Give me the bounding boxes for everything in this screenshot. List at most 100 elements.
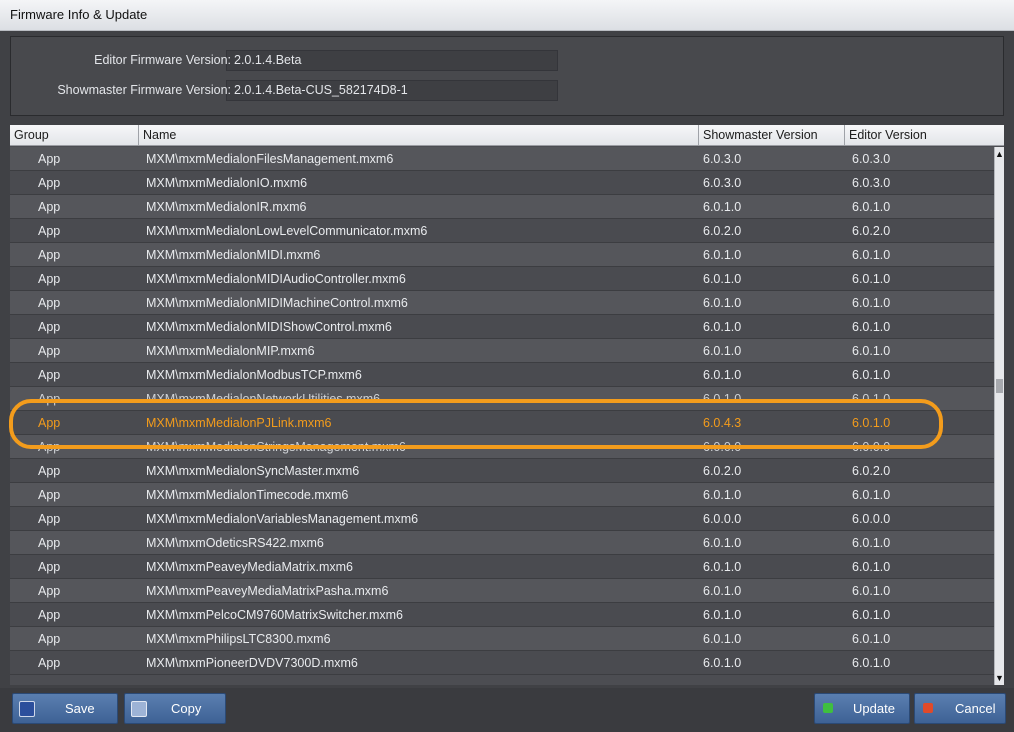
table-row[interactable]: App MXM\mxmMedialonModbusTCP.mxm6 6.0.1.0 6… — [10, 363, 994, 387]
cell-showmaster-version: 6.0.1.0 — [703, 656, 742, 670]
cell-name: MXM\mxmMedialonMIDI.mxm6 — [146, 248, 321, 262]
table-row[interactable]: App MXM\mxmMedialonMIDIMachineControl.mxm… — [10, 291, 994, 315]
cell-editor-version: 6.0.2.0 — [852, 224, 891, 238]
cell-showmaster-version: 6.0.1.0 — [703, 320, 742, 334]
cell-group: App — [38, 368, 61, 382]
cell-name: MXM\mxmMedialonMIDIShowControl.mxm6 — [146, 320, 392, 334]
table-row[interactable]: App MXM\mxmMedialonStringsManagement.mxm6… — [10, 435, 994, 459]
cell-editor-version: 6.0.1.0 — [852, 488, 891, 502]
cell-name: MXM\mxmMedialonModbusTCP.mxm6 — [146, 368, 362, 382]
cell-editor-version: 6.0.1.0 — [852, 200, 891, 214]
cell-group: App — [38, 344, 61, 358]
cell-group: App — [38, 536, 61, 550]
cell-name: MXM\mxmMedialonMIDIAudioController.mxm6 — [146, 272, 406, 286]
cell-name: MXM\mxmPhilipsLTC8300.mxm6 — [146, 632, 331, 646]
table-row[interactable]: App MXM\mxmMedialonSyncMaster.mxm6 6.0.2.0… — [10, 459, 994, 483]
cell-showmaster-version: 6.0.2.0 — [703, 224, 742, 238]
table-row[interactable]: App MXM\mxmPeaveyMediaMatrixPasha.mxm6 6.0… — [10, 579, 994, 603]
table-row[interactable]: App MXM\mxmMedialonIR.mxm6 6.0.1.0 6.0.1.0 — [10, 195, 994, 219]
cell-name: MXM\mxmMedialonVariablesManagement.mxm6 — [146, 512, 419, 526]
cell-showmaster-version: 6.0.1.0 — [703, 560, 742, 574]
cell-showmaster-version: 6.0.1.0 — [703, 584, 742, 598]
red-dot-icon — [923, 703, 933, 713]
column-header-group[interactable]: Group — [10, 125, 138, 145]
scroll-up-icon[interactable]: ▲ — [995, 147, 1004, 161]
scroll-down-icon[interactable]: ▼ — [995, 671, 1004, 685]
cell-editor-version: 6.0.1.0 — [852, 416, 891, 430]
save-button[interactable]: Save — [12, 693, 118, 724]
cell-group: App — [38, 632, 61, 646]
cell-name: MXM\mxmMedialonMIP.mxm6 — [146, 344, 315, 358]
cell-editor-version: 6.0.1.0 — [852, 608, 891, 622]
cell-editor-version: 6.0.0.0 — [852, 512, 891, 526]
table-row[interactable]: App MXM\mxmMedialonVariablesManagement.mx… — [10, 507, 994, 531]
cell-name: MXM\mxmPelcoCM9760MatrixSwitcher.mxm6 — [146, 608, 403, 622]
cell-name: MXM\mxmMedialonIO.mxm6 — [146, 176, 308, 190]
cancel-button[interactable]: Cancel — [914, 693, 1006, 724]
table-row[interactable]: App MXM\mxmMedialonTimecode.mxm6 6.0.1.0 6.… — [10, 483, 994, 507]
table-row[interactable]: App MXM\mxmMedialonLowLevelCommunicator.m… — [10, 219, 994, 243]
cell-showmaster-version: 6.0.4.3 — [703, 416, 742, 430]
table-row[interactable]: App MXM\mxmMedialonIO.mxm6 6.0.3.0 6.0.3.0 — [10, 171, 994, 195]
cell-showmaster-version: 6.0.1.0 — [703, 392, 742, 406]
table-row[interactable]: App MXM\mxmMedialonMIP.mxm6 6.0.1.0 6.0.1.0 — [10, 339, 994, 363]
cell-showmaster-version: 6.0.1.0 — [703, 608, 742, 622]
table-row[interactable]: App MXM\mxmMedialonMIDIShowControl.mxm6 6.… — [10, 315, 994, 339]
column-header-showmaster-version[interactable]: Showmaster Version — [698, 125, 844, 145]
cell-group: App — [38, 392, 61, 406]
cell-editor-version: 6.0.1.0 — [852, 584, 891, 598]
table-row[interactable]: App MXM\mxmMedialonPJLink.mxm6 6.0.4.3 6.0.… — [10, 411, 994, 435]
cell-editor-version: 6.0.1.0 — [852, 632, 891, 646]
table-row[interactable]: App MXM\mxmPioneerDVDV7300D.mxm6 6.0.1.0 6.… — [10, 651, 994, 675]
table-row[interactable]: App MXM\mxmMedialonMIDI.mxm6 6.0.1.0 6.0.1.… — [10, 243, 994, 267]
column-header-editor-version[interactable]: Editor Version — [844, 125, 1004, 145]
showmaster-version-label: Showmaster Firmware Version: — [57, 83, 231, 97]
cell-group: App — [38, 224, 61, 238]
cell-name: MXM\mxmMedialonPJLink.mxm6 — [146, 416, 332, 430]
cell-editor-version: 6.0.3.0 — [852, 152, 891, 166]
table-row[interactable]: App MXM\mxmPhilipsLTC8300.mxm6 6.0.1.0 6.0.… — [10, 627, 994, 651]
cell-name: MXM\mxmMedialonTimecode.mxm6 — [146, 488, 349, 502]
column-header-name[interactable]: Name — [138, 125, 698, 145]
table-row[interactable]: App MXM\mxmPelcoCM9760MatrixSwitcher.mxm6… — [10, 603, 994, 627]
cell-editor-version: 6.0.1.0 — [852, 656, 891, 670]
cell-showmaster-version: 6.0.1.0 — [703, 248, 742, 262]
cell-group: App — [38, 512, 61, 526]
scroll-thumb[interactable] — [996, 379, 1003, 393]
table-row[interactable]: App MXM\mxmMedialonFilesManagement.mxm6 6.… — [10, 147, 994, 171]
window-title: Firmware Info & Update — [10, 7, 148, 22]
cell-name: MXM\mxmPeaveyMediaMatrixPasha.mxm6 — [146, 584, 389, 598]
table-row[interactable]: App MXM\mxmOdeticsRS422.mxm6 6.0.1.0 6.0.1.… — [10, 531, 994, 555]
cell-group: App — [38, 248, 61, 262]
cell-name: MXM\mxmMedialonMIDIMachineControl.mxm6 — [146, 296, 408, 310]
cell-group: App — [38, 200, 61, 214]
cell-name: MXM\mxmMedialonIR.mxm6 — [146, 200, 307, 214]
cell-group: App — [38, 416, 61, 430]
cell-group: App — [38, 152, 61, 166]
cell-showmaster-version: 6.0.0.0 — [703, 512, 742, 526]
cell-showmaster-version: 6.0.1.0 — [703, 296, 742, 310]
cell-group: App — [38, 608, 61, 622]
cell-showmaster-version: 6.0.1.0 — [703, 536, 742, 550]
update-button[interactable]: Update — [814, 693, 910, 724]
cell-editor-version: 6.0.3.0 — [852, 176, 891, 190]
table-row[interactable]: App MXM\mxmPeaveyMediaMatrix.mxm6 6.0.1.0 6… — [10, 555, 994, 579]
cell-group: App — [38, 488, 61, 502]
title-bar: Firmware Info & Update — [0, 0, 1014, 31]
cell-showmaster-version: 6.0.1.0 — [703, 368, 742, 382]
cell-group: App — [38, 320, 61, 334]
table-row[interactable]: App MXM\mxmMedialonNetworkUtilities.mxm6 6… — [10, 387, 994, 411]
cell-showmaster-version: 6.0.1.0 — [703, 632, 742, 646]
cell-editor-version: 6.0.1.0 — [852, 344, 891, 358]
cell-editor-version: 6.0.1.0 — [852, 248, 891, 262]
cell-editor-version: 6.0.1.0 — [852, 536, 891, 550]
cell-editor-version: 6.0.1.0 — [852, 560, 891, 574]
cell-name: MXM\mxmMedialonStringsManagement.mxm6 — [146, 440, 406, 454]
cell-group: App — [38, 464, 61, 478]
vertical-scrollbar[interactable]: ▲ ▼ — [994, 147, 1004, 685]
table-row[interactable]: App MXM\mxmMedialonMIDIAudioController.mx… — [10, 267, 994, 291]
editor-version-value: 2.0.1.4.Beta — [234, 53, 302, 67]
cell-group: App — [38, 440, 61, 454]
cell-editor-version: 6.0.1.0 — [852, 272, 891, 286]
copy-button[interactable]: Copy — [124, 693, 226, 724]
